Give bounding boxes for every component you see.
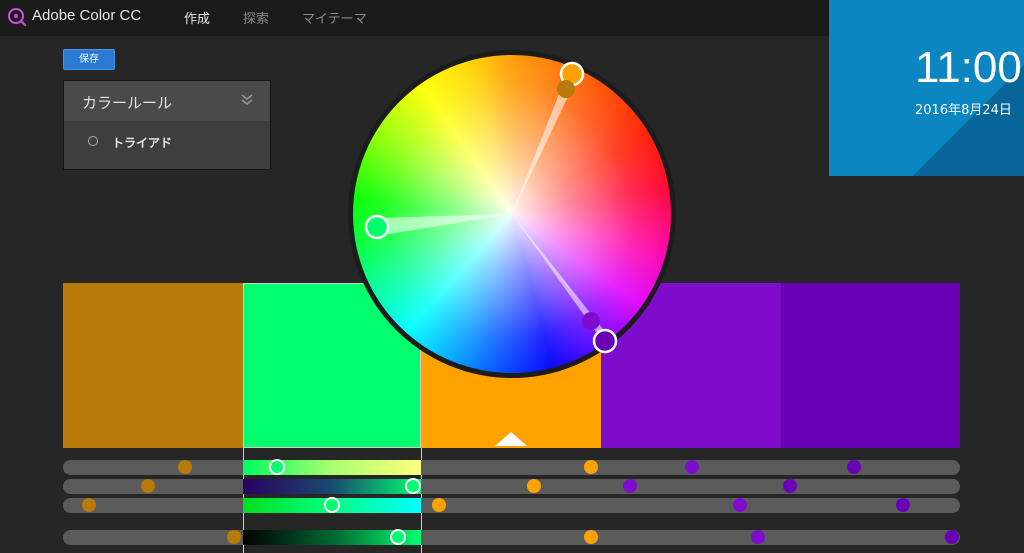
saturation-slider-gradient[interactable] xyxy=(243,479,421,494)
slider-knob[interactable] xyxy=(783,479,797,493)
wheel-handle[interactable] xyxy=(582,312,600,330)
slider-knob[interactable] xyxy=(141,479,155,493)
slider-knob[interactable] xyxy=(733,498,747,512)
wheel-handle[interactable] xyxy=(557,80,575,98)
slider-knob[interactable] xyxy=(227,530,241,544)
clock-widget: 11:00 2016年8月24日 xyxy=(829,0,1024,176)
color-swatch-5[interactable] xyxy=(781,283,960,448)
slider-knob-active[interactable] xyxy=(269,459,285,475)
slider-knob-active[interactable] xyxy=(390,529,406,545)
color-rule-title: カラールール xyxy=(82,94,173,112)
slider-knob[interactable] xyxy=(82,498,96,512)
clock-time: 11:00 xyxy=(915,43,1022,92)
nav-my-themes[interactable]: マイテーマ xyxy=(302,8,367,27)
slider-knob[interactable] xyxy=(623,479,637,493)
slider-knob[interactable] xyxy=(527,479,541,493)
nav-explore[interactable]: 探索 xyxy=(243,8,269,27)
adobe-color-logo-icon xyxy=(7,7,27,27)
chevron-down-icon[interactable] xyxy=(240,93,254,107)
value-slider-track[interactable] xyxy=(63,498,960,513)
handle-beam xyxy=(377,214,512,236)
slider-knob-active[interactable] xyxy=(324,497,340,513)
app-title: Adobe Color CC xyxy=(32,7,142,24)
slider-knob[interactable] xyxy=(178,460,192,474)
clock-date: 2016年8月24日 xyxy=(915,103,1012,118)
slider-knob[interactable] xyxy=(751,530,765,544)
wheel-handle[interactable] xyxy=(592,328,618,354)
saturation-slider-track[interactable] xyxy=(63,479,960,494)
color-rule-panel: カラールール トライアド xyxy=(63,80,271,170)
color-wheel-handles[interactable] xyxy=(348,50,676,378)
color-rule-dropdown[interactable]: カラールール xyxy=(64,81,270,121)
slider-knob[interactable] xyxy=(945,530,959,544)
slider-knob[interactable] xyxy=(685,460,699,474)
nav-create[interactable]: 作成 xyxy=(184,8,210,27)
base-color-marker-icon xyxy=(495,432,527,446)
wheel-handle-active[interactable] xyxy=(364,214,390,240)
slider-knob[interactable] xyxy=(584,530,598,544)
save-button[interactable]: 保存 xyxy=(63,49,115,70)
color-wheel[interactable] xyxy=(348,50,676,378)
color-swatch-1[interactable] xyxy=(63,283,243,448)
rule-option-label: トライアド xyxy=(112,136,173,150)
slider-knob[interactable] xyxy=(847,460,861,474)
slider-knob-active[interactable] xyxy=(405,478,421,494)
slider-knob[interactable] xyxy=(896,498,910,512)
slider-knob[interactable] xyxy=(584,460,598,474)
radio-icon[interactable] xyxy=(88,136,98,146)
brightness-slider-track[interactable] xyxy=(63,530,960,545)
hue-slider-track[interactable] xyxy=(63,460,960,475)
slider-knob[interactable] xyxy=(432,498,446,512)
